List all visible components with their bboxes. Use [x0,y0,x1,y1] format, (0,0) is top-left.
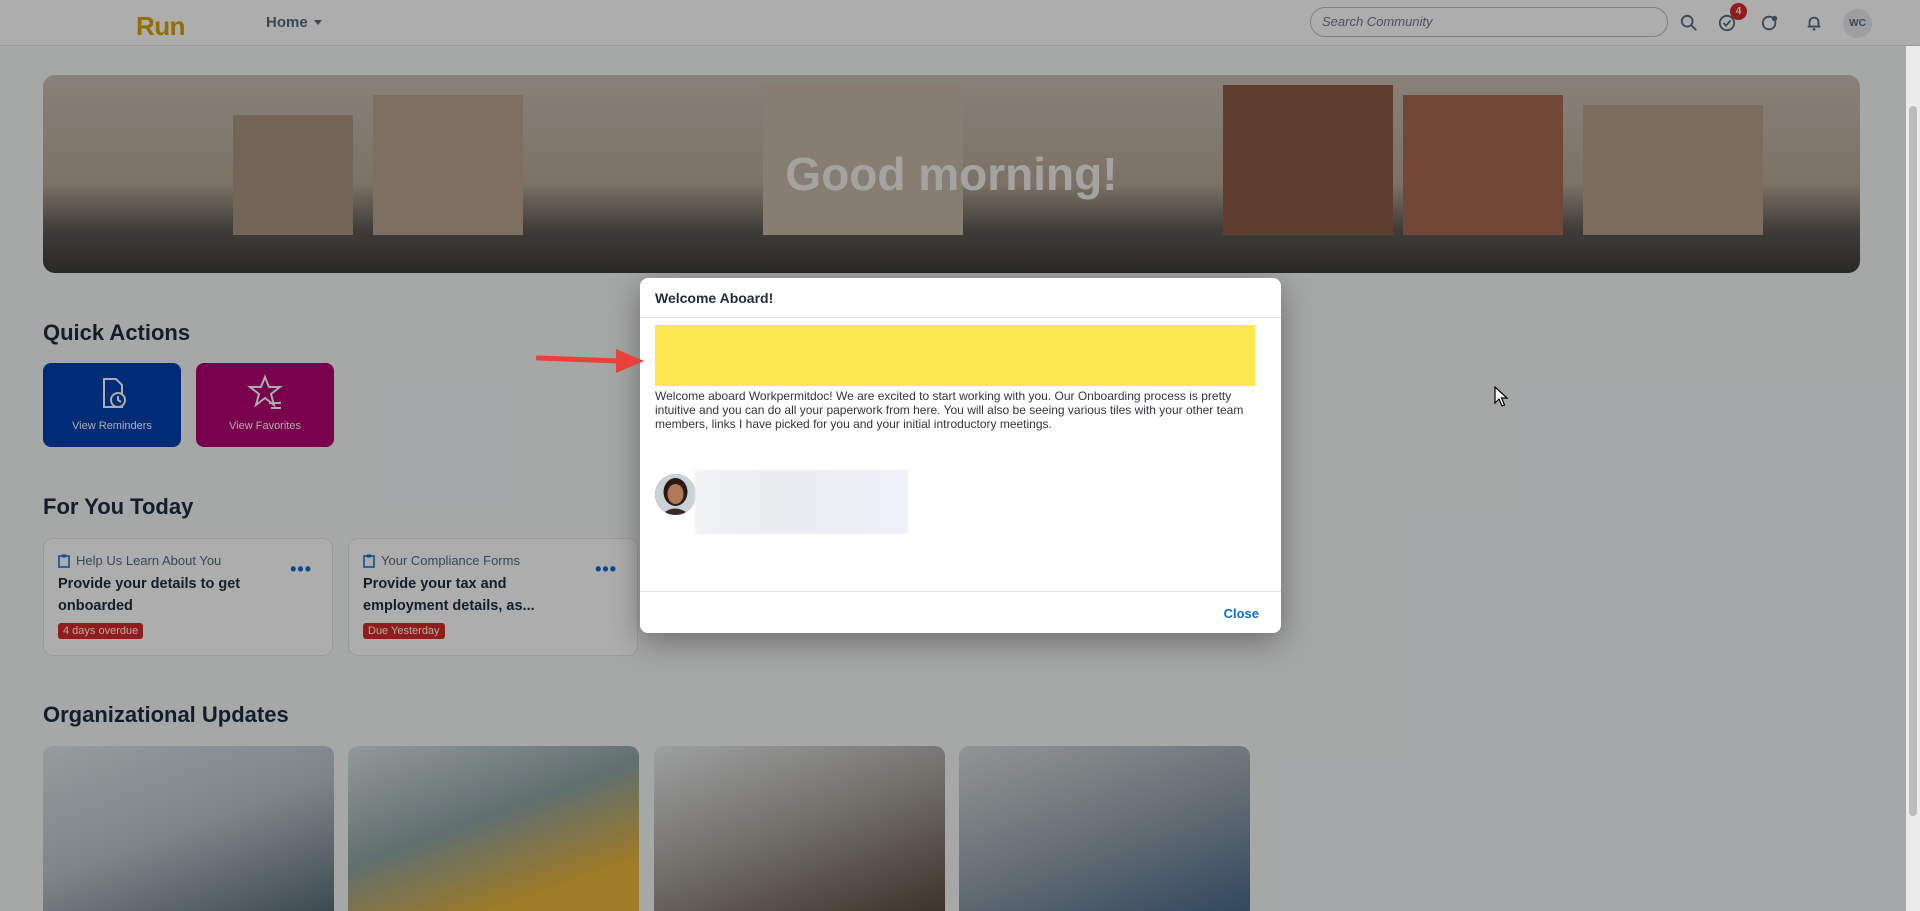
welcome-dialog: Welcome Aboard! Welcome aboard Workpermi… [640,278,1281,633]
scrollbar[interactable] [1906,46,1920,911]
highlighted-banner [655,325,1255,386]
dialog-footer: Close [640,591,1281,633]
mouse-cursor-icon [1494,386,1509,407]
close-button[interactable]: Close [1224,606,1259,621]
welcome-message: Welcome aboard Workpermitdoc! We are exc… [655,389,1244,431]
sender-avatar [655,474,696,515]
annotation-arrow-icon [536,349,644,373]
scrollbar-thumb[interactable] [1909,106,1917,816]
dialog-header: Welcome Aboard! [640,278,1281,318]
dialog-title: Welcome Aboard! [655,290,774,306]
blurred-sender-info [695,470,908,534]
